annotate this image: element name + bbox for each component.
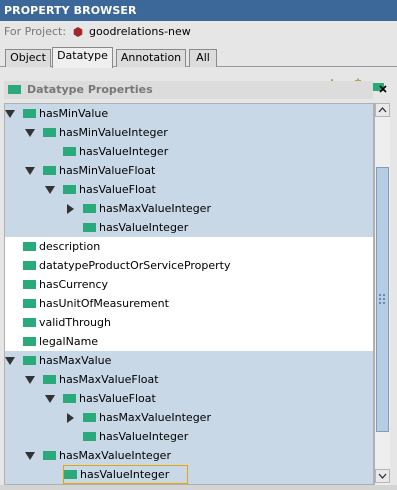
datatype-property-icon	[63, 394, 76, 403]
datatype-property-icon	[23, 109, 36, 118]
tree-row[interactable]: hasMinValueInteger	[5, 123, 373, 142]
tree-row[interactable]: validThrough	[5, 313, 373, 332]
project-bar: For Project: goodrelations-new	[0, 21, 397, 43]
tree-item-label: hasMaxValueInteger	[99, 202, 211, 215]
datatype-property-icon	[43, 128, 56, 137]
tab-object[interactable]: Object	[5, 49, 51, 67]
datatype-property-icon	[23, 280, 36, 289]
tree-row[interactable]: hasMaxValueInteger	[5, 199, 373, 218]
tree-row[interactable]: datatypeProductOrServiceProperty	[5, 256, 373, 275]
expand-toggle-icon[interactable]	[25, 128, 35, 138]
property-icon	[8, 85, 21, 94]
tree-row[interactable]: hasMinValueFloat	[5, 161, 373, 180]
expand-toggle-icon[interactable]	[45, 394, 55, 404]
expand-toggle-icon[interactable]	[5, 356, 15, 366]
scroll-thumb[interactable]	[376, 167, 389, 432]
delete-property-icon[interactable]	[371, 78, 387, 94]
tree-item-label: hasValueFloat	[79, 392, 156, 405]
datatype-property-icon	[23, 242, 36, 251]
datatype-property-icon	[43, 166, 56, 175]
expand-toggle-icon[interactable]	[25, 451, 35, 461]
tree-item-label: hasValueInteger	[99, 430, 189, 443]
tree-item-label: validThrough	[39, 316, 111, 329]
tree-row[interactable]: hasValueInteger	[5, 427, 373, 446]
section-header: Datatype Properties	[4, 81, 373, 99]
tree-row[interactable]: hasMaxValue	[5, 351, 373, 370]
tree-item[interactable]: hasValueInteger	[63, 465, 188, 484]
expand-toggle-icon[interactable]	[25, 166, 35, 176]
collapse-toggle-icon[interactable]	[65, 204, 75, 214]
arrow-up-icon	[378, 107, 387, 113]
tree-row[interactable]: description	[5, 237, 373, 256]
project-icon	[73, 27, 83, 37]
tree-item-label: hasMinValueInteger	[59, 126, 168, 139]
tab-datatype[interactable]: Datatype	[52, 47, 113, 68]
tree-row[interactable]: legalName	[5, 332, 373, 351]
scroll-down-button[interactable]	[375, 469, 390, 483]
tree-row[interactable]: hasValueInteger	[5, 142, 373, 161]
tree-item-label: legalName	[39, 335, 99, 348]
vertical-scrollbar[interactable]	[374, 103, 390, 485]
datatype-property-icon	[83, 413, 96, 422]
datatype-property-icon	[63, 185, 76, 194]
collapse-toggle-icon[interactable]	[65, 413, 75, 423]
expand-toggle-icon[interactable]	[5, 109, 15, 119]
tree-row[interactable]: hasMaxValueFloat	[5, 370, 373, 389]
tree-item-label: hasValueFloat	[79, 183, 156, 196]
tree-row[interactable]: hasUnitOfMeasurement	[5, 294, 373, 313]
tree-item-label: hasValueInteger	[99, 221, 189, 234]
tree-item-label: hasMaxValueInteger	[59, 449, 171, 462]
tab-all[interactable]: All	[189, 49, 217, 67]
tree-row[interactable]: hasMaxValueInteger	[5, 408, 373, 427]
project-label: For Project:	[4, 25, 67, 38]
tree-item-label: hasMinValue	[39, 107, 109, 120]
tree-item-label: description	[39, 240, 101, 253]
tree-item-label: datatypeProductOrServiceProperty	[39, 259, 231, 272]
tree-row[interactable]: hasMinValue	[5, 104, 373, 123]
datatype-property-icon	[83, 223, 96, 232]
tree-item-label: hasMinValueFloat	[59, 164, 156, 177]
window-title: PROPERTY BROWSER	[0, 0, 397, 21]
tree-item-label: hasUnitOfMeasurement	[39, 297, 169, 310]
datatype-property-icon	[23, 356, 36, 365]
tab-annotation[interactable]: Annotation	[116, 49, 186, 67]
property-tree[interactable]: hasMinValue hasMinValueInteger hasValueInt…	[4, 103, 374, 485]
datatype-property-icon	[83, 432, 96, 441]
tree-row[interactable]: hasMaxValueInteger	[5, 446, 373, 465]
scroll-up-button[interactable]	[375, 103, 390, 117]
tree-row[interactable]: hasValueFloat	[5, 389, 373, 408]
datatype-property-icon	[23, 318, 36, 327]
arrow-down-icon	[378, 473, 387, 479]
datatype-property-icon	[63, 147, 76, 156]
grip-icon	[379, 294, 385, 304]
datatype-property-icon	[43, 375, 56, 384]
tree-row[interactable]: hasValueInteger	[5, 465, 373, 484]
tree-row[interactable]: hasCurrency	[5, 275, 373, 294]
project-name: goodrelations-new	[89, 25, 191, 38]
expand-toggle-icon[interactable]	[45, 185, 55, 195]
tab-bar: Object Datatype Annotation All	[0, 43, 397, 68]
tree-row[interactable]: hasValueInteger	[5, 218, 373, 237]
tree-item-label: hasValueInteger	[80, 468, 170, 481]
datatype-property-icon	[23, 261, 36, 270]
tree-item-label: hasMaxValue	[39, 354, 112, 367]
tree-item-label: hasMaxValueInteger	[99, 411, 211, 424]
tree-row[interactable]: hasValueFloat	[5, 180, 373, 199]
datatype-property-icon	[23, 337, 36, 346]
tree-item-label: hasCurrency	[39, 278, 109, 291]
datatype-property-icon	[64, 470, 77, 479]
expand-toggle-icon[interactable]	[25, 375, 35, 385]
datatype-property-icon	[23, 299, 36, 308]
section-title: Datatype Properties	[27, 83, 153, 96]
tree-item-label: hasMaxValueFloat	[59, 373, 159, 386]
panel-bottom-edge	[0, 485, 397, 490]
datatype-property-icon	[43, 451, 56, 460]
datatype-property-icon	[83, 204, 96, 213]
tree-item-label: hasValueInteger	[79, 145, 169, 158]
